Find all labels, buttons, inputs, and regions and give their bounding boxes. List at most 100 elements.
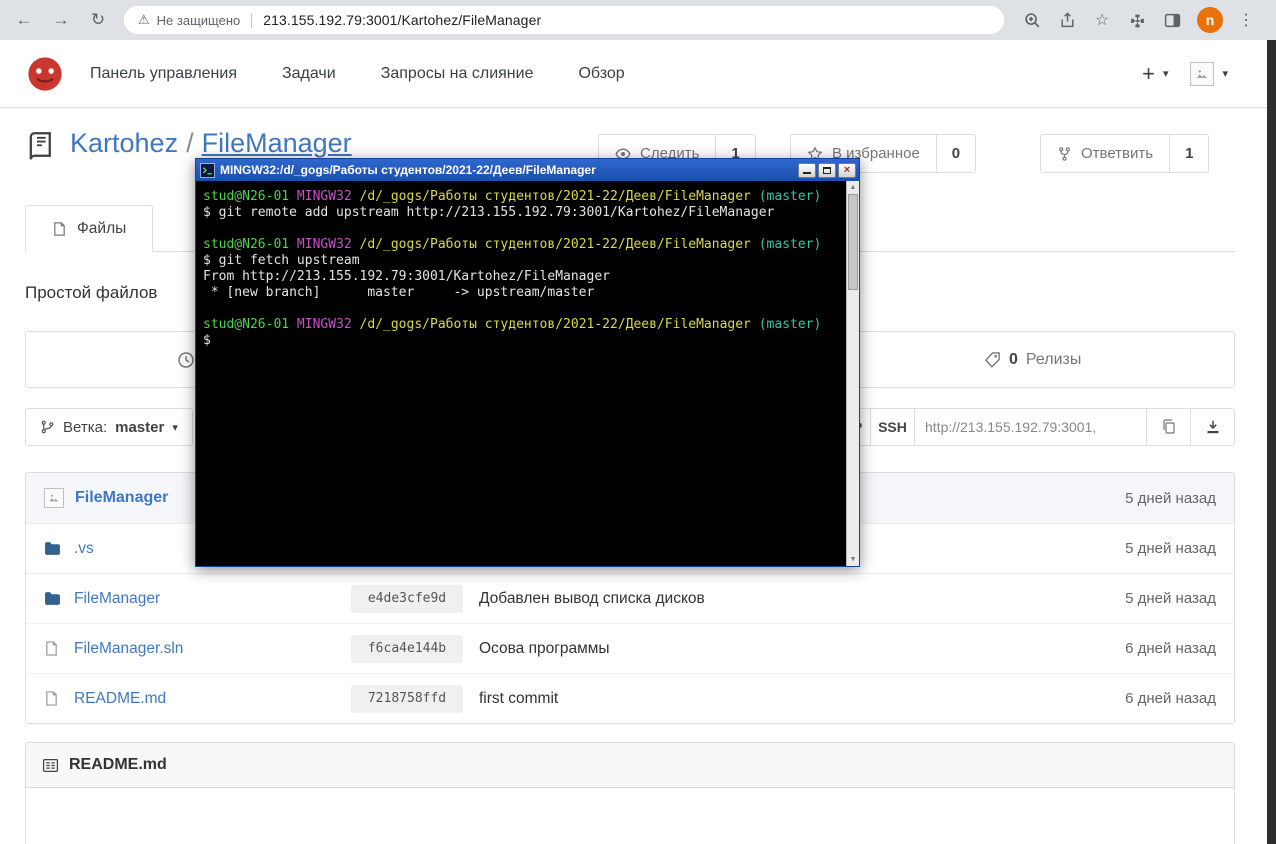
bookmark-star-icon[interactable]: ☆ — [1092, 10, 1112, 30]
user-avatar[interactable] — [1190, 61, 1215, 86]
branch-selector[interactable]: Ветка: master ▾ — [25, 408, 193, 446]
tag-icon — [984, 352, 1000, 368]
gogs-logo-icon[interactable] — [26, 55, 64, 93]
table-row: README.md 7218758ffd first commit 6 дней… — [26, 673, 1234, 723]
gogs-navbar: Панель управления Задачи Запросы на слия… — [0, 40, 1276, 108]
header-commit-age: 5 дней назад — [1125, 489, 1216, 507]
repo-owner-link[interactable]: Kartohez — [70, 128, 178, 158]
clone-url-input[interactable] — [914, 408, 1147, 446]
chevron-down-icon[interactable]: ▾ — [1222, 67, 1228, 80]
file-icon — [44, 690, 61, 707]
browser-profile-avatar[interactable]: n — [1197, 7, 1223, 33]
repo-book-icon — [25, 131, 55, 161]
browser-menu-icon[interactable]: ⋮ — [1238, 10, 1254, 30]
commit-message[interactable]: first commit — [479, 690, 558, 708]
not-secure-warning-icon: ⚠ — [138, 12, 150, 27]
fork-button[interactable]: Ответвить — [1040, 134, 1171, 173]
terminal-prompt-line: stud@N26-01 MINGW32 /d/_gogs/Работы студ… — [203, 189, 822, 204]
share-icon[interactable] — [1057, 10, 1077, 30]
table-row: FileManager.sln f6ca4e144b Осова програм… — [26, 623, 1234, 673]
new-repo-button[interactable]: + — [1142, 61, 1155, 87]
clone-url-group: HTTP SSH — [817, 408, 1235, 446]
file-icon — [54, 221, 65, 236]
tab-files[interactable]: Файлы — [25, 205, 154, 252]
scroll-down-icon[interactable]: ▼ — [847, 553, 859, 566]
repo-path-separator: / — [186, 128, 194, 158]
repo-name-link[interactable]: FileManager — [202, 128, 352, 158]
readme-list-icon — [42, 758, 59, 772]
close-button[interactable]: × — [838, 162, 856, 178]
copy-icon — [1162, 419, 1175, 434]
nav-item-issues[interactable]: Задачи — [282, 65, 336, 83]
fork-icon — [1059, 146, 1070, 161]
forward-button[interactable]: → — [48, 7, 74, 33]
scroll-up-icon[interactable]: ▲ — [847, 181, 859, 194]
terminal-body[interactable]: stud@N26-01 MINGW32 /d/_gogs/Работы студ… — [196, 181, 846, 566]
copy-url-button[interactable] — [1146, 408, 1191, 446]
file-name-link[interactable]: FileManager — [74, 590, 160, 608]
address-bar[interactable]: ⚠ Не защищено 213.155.192.79:3001/Kartoh… — [124, 6, 1004, 34]
fork-button-group: Ответвить 1 — [1040, 134, 1210, 173]
stat-releases[interactable]: 0 Релизы — [831, 332, 1234, 387]
chevron-down-icon: ▾ — [172, 421, 178, 434]
commit-age: 6 дней назад — [1125, 690, 1216, 707]
terminal-titlebar[interactable]: MINGW32:/d/_gogs/Работы студентов/2021-2… — [196, 159, 859, 181]
page-scrollbar[interactable] — [1267, 40, 1276, 844]
file-name-link[interactable]: FileManager.sln — [74, 640, 183, 658]
terminal-text-line: $ — [203, 333, 211, 348]
terminal-title: MINGW32:/d/_gogs/Работы студентов/2021-2… — [220, 163, 596, 177]
terminal-scrollbar[interactable]: ▲ ▼ — [846, 181, 859, 566]
branch-label: Ветка: — [63, 418, 108, 436]
browser-toolbar: ← → ↻ ⚠ Не защищено 213.155.192.79:3001/… — [0, 0, 1276, 40]
reload-button[interactable]: ↻ — [85, 7, 111, 33]
repo-title: Kartohez / FileManager — [70, 126, 352, 160]
header-repo-link[interactable]: FileManager — [75, 489, 168, 507]
download-archive-button[interactable] — [1190, 408, 1235, 446]
file-name-link[interactable]: .vs — [74, 540, 94, 558]
security-label: Не защищено — [156, 12, 241, 28]
extensions-puzzle-icon[interactable] — [1127, 10, 1147, 30]
folder-icon — [44, 540, 61, 557]
commit-hash-badge[interactable]: 7218758ffd — [351, 684, 463, 713]
branch-name: master — [115, 418, 165, 436]
star-count[interactable]: 0 — [936, 134, 977, 173]
readme-header: README.md — [26, 743, 1234, 788]
commit-age: 5 дней назад — [1125, 590, 1216, 607]
fork-count[interactable]: 1 — [1170, 134, 1210, 173]
download-icon — [1207, 420, 1218, 434]
terminal-text-line: From http://213.155.192.79:3001/Kartohez… — [203, 269, 610, 284]
chevron-down-icon: ▾ — [1162, 68, 1169, 80]
browser-actions: ☆ n ⋮ — [1022, 7, 1258, 33]
commit-hash-badge[interactable]: f6ca4e144b — [351, 634, 463, 663]
nav-item-explore[interactable]: Обзор — [578, 65, 624, 83]
terminal-prompt-line: stud@N26-01 MINGW32 /d/_gogs/Работы студ… — [203, 237, 822, 252]
branch-icon — [41, 420, 54, 434]
terminal-app-icon — [200, 162, 215, 178]
commit-message[interactable]: Добавлен вывод списка дисков — [479, 590, 705, 608]
maximize-button[interactable] — [818, 162, 836, 178]
terminal-prompt-line: stud@N26-01 MINGW32 /d/_gogs/Работы студ… — [203, 317, 822, 332]
nav-item-dashboard[interactable]: Панель управления — [90, 65, 237, 83]
terminal-text-line: $ git fetch upstream — [203, 253, 360, 268]
file-name-link[interactable]: README.md — [74, 690, 166, 708]
side-panel-icon[interactable] — [1162, 10, 1182, 30]
zoom-icon[interactable] — [1022, 10, 1042, 30]
commit-age: 5 дней назад — [1125, 540, 1216, 557]
nav-links: Панель управления Задачи Запросы на слия… — [90, 65, 625, 83]
back-button[interactable]: ← — [11, 7, 37, 33]
scrollbar-thumb[interactable] — [848, 194, 858, 290]
nav-item-pull-requests[interactable]: Запросы на слияние — [381, 65, 534, 83]
releases-count: 0 — [1009, 350, 1018, 368]
address-divider — [251, 12, 253, 28]
file-icon — [44, 640, 61, 657]
minimize-button[interactable] — [798, 162, 816, 178]
mingw-terminal-window[interactable]: MINGW32:/d/_gogs/Работы студентов/2021-2… — [195, 158, 860, 567]
fork-label: Ответвить — [1081, 145, 1154, 162]
commit-hash-badge[interactable]: e4de3cfe9d — [351, 584, 463, 613]
readme-section: README.md — [25, 742, 1235, 844]
ssh-protocol-button[interactable]: SSH — [870, 408, 915, 446]
commit-message[interactable]: Осова программы — [479, 640, 610, 658]
tab-files-label: Файлы — [77, 219, 127, 237]
